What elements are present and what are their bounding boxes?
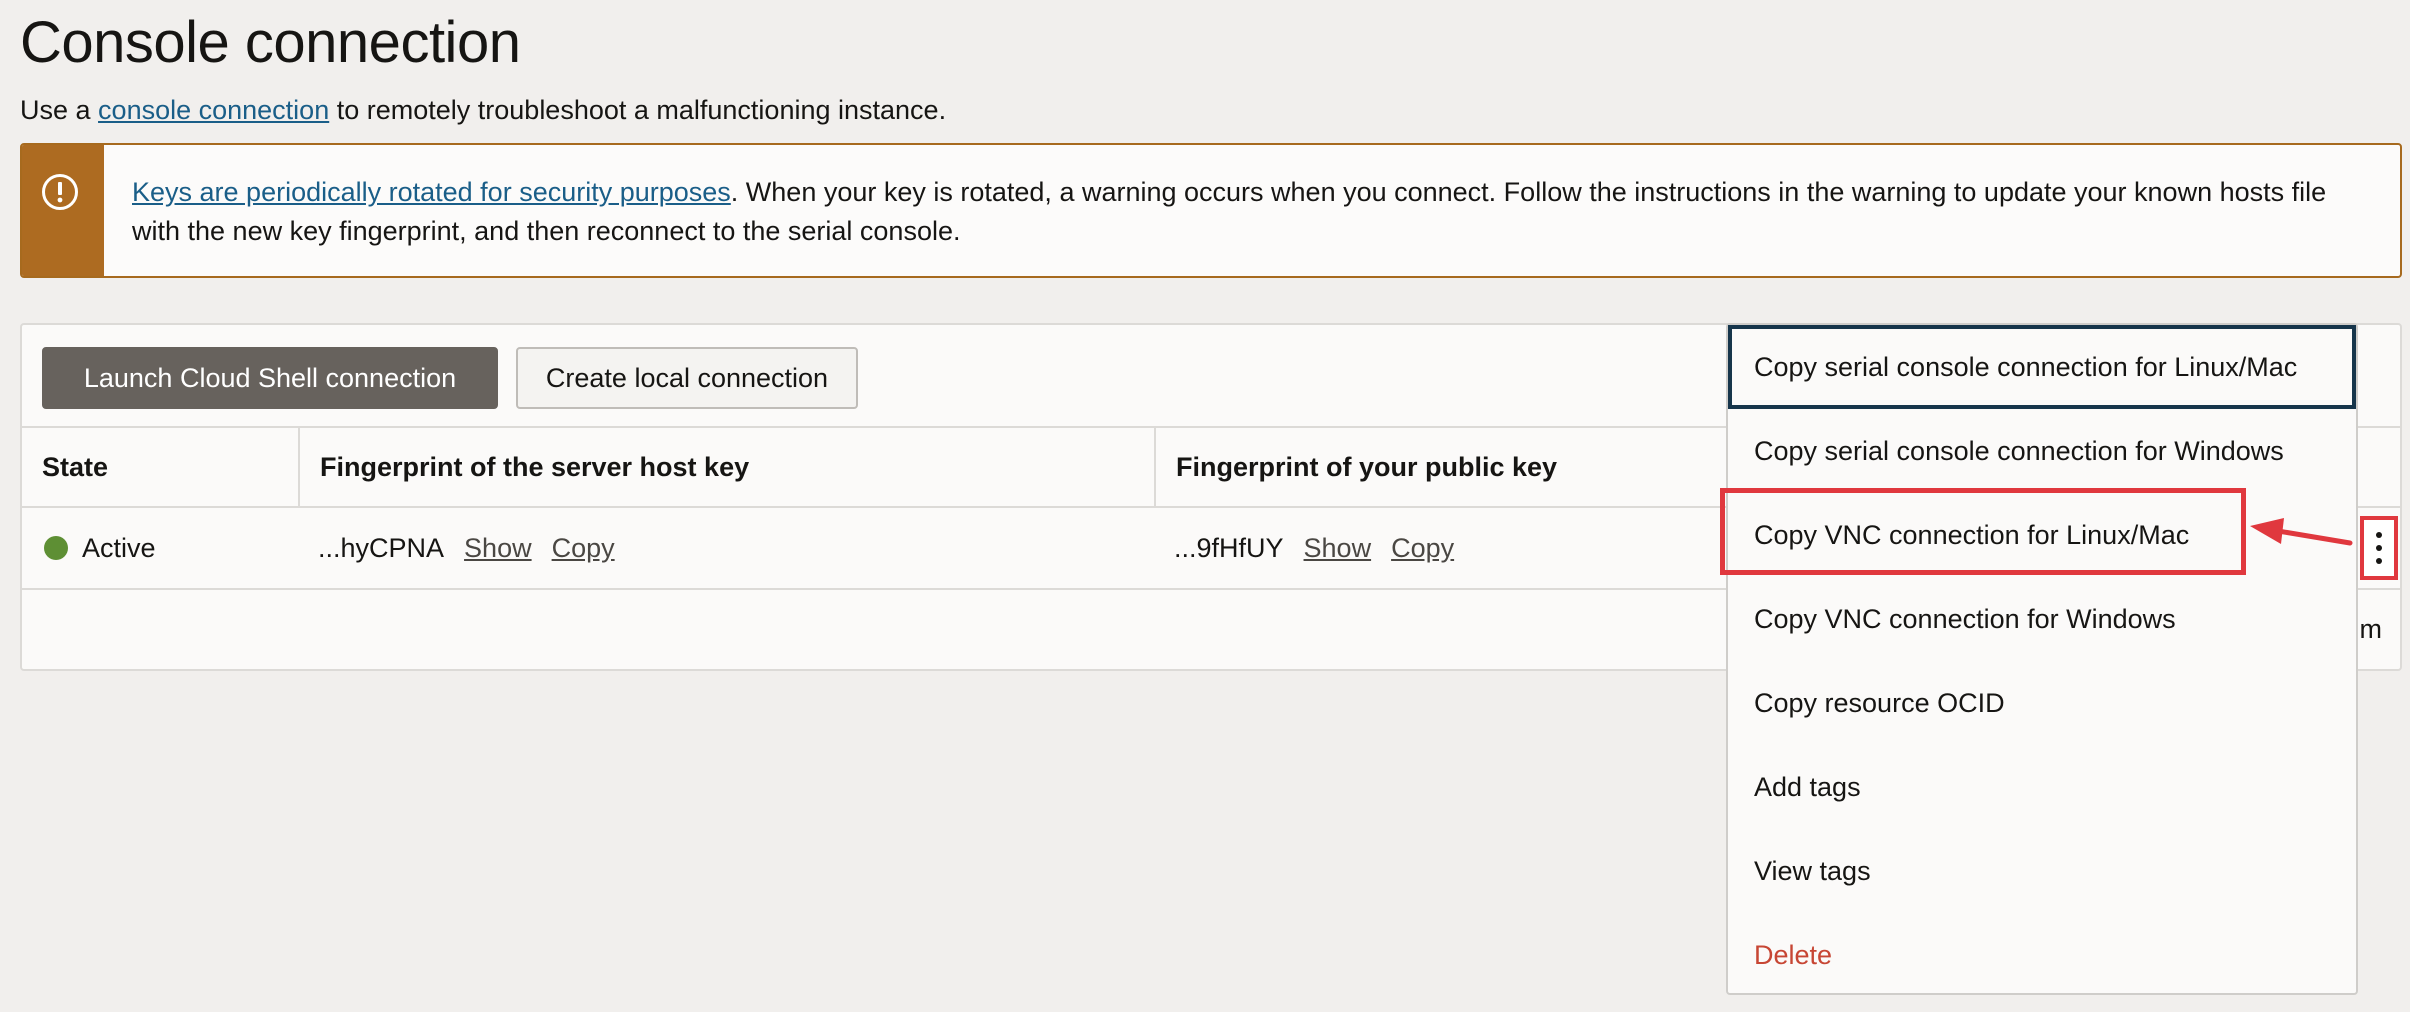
menu-item-add-tags[interactable]: Add tags (1728, 745, 2356, 829)
menu-item-copy-resource-ocid[interactable]: Copy resource OCID (1728, 661, 2356, 745)
state-cell: Active (44, 508, 156, 588)
create-local-connection-button[interactable]: Create local connection (516, 347, 858, 409)
state-value: Active (82, 532, 156, 563)
row-actions-button[interactable] (2360, 516, 2398, 580)
banner-message: Keys are periodically rotated for securi… (132, 173, 2360, 251)
show-server-key-link[interactable]: Show (464, 533, 532, 564)
public-key-cell: ...9fHfUY Show Copy (1174, 508, 1454, 588)
kebab-menu-icon (2376, 532, 2382, 564)
menu-item-copy-vnc-windows[interactable]: Copy VNC connection for Windows (1728, 577, 2356, 661)
table-footer-text: m (2359, 614, 2383, 644)
key-rotation-link[interactable]: Keys are periodically rotated for securi… (132, 177, 731, 207)
public-key-fingerprint: ...9fHfUY (1174, 532, 1284, 563)
launch-cloud-shell-button[interactable]: Launch Cloud Shell connection (42, 347, 498, 409)
show-public-key-link[interactable]: Show (1304, 533, 1372, 564)
console-connection-link[interactable]: console connection (98, 95, 329, 125)
server-key-fingerprint: ...hyCPNA (318, 532, 445, 563)
column-header-server-key[interactable]: Fingerprint of the server host key (300, 428, 1154, 506)
column-header-public-key[interactable]: Fingerprint of your public key (1156, 428, 1716, 506)
column-header-state[interactable]: State (22, 428, 298, 506)
status-dot-icon (44, 536, 68, 560)
description-suffix: to remotely troubleshoot a malfunctionin… (329, 95, 947, 125)
menu-item-delete[interactable]: Delete (1728, 913, 2356, 997)
copy-public-key-link[interactable]: Copy (1391, 533, 1454, 564)
menu-item-copy-vnc-linux[interactable]: Copy VNC connection for Linux/Mac (1728, 493, 2356, 577)
menu-item-view-tags[interactable]: View tags (1728, 829, 2356, 913)
copy-server-key-link[interactable]: Copy (552, 533, 615, 564)
menu-item-copy-serial-windows[interactable]: Copy serial console connection for Windo… (1728, 409, 2356, 493)
menu-item-copy-serial-linux[interactable]: Copy serial console connection for Linux… (1728, 325, 2356, 409)
description-prefix: Use a (20, 95, 99, 125)
warning-banner: Keys are periodically rotated for securi… (20, 143, 2402, 278)
row-actions-menu: Copy serial console connection for Linux… (1726, 323, 2358, 995)
server-key-cell: ...hyCPNA Show Copy (318, 508, 615, 588)
page-description: Use a console connection to remotely tro… (20, 92, 946, 128)
page-title: Console connection (20, 10, 521, 75)
warning-icon (42, 174, 78, 210)
